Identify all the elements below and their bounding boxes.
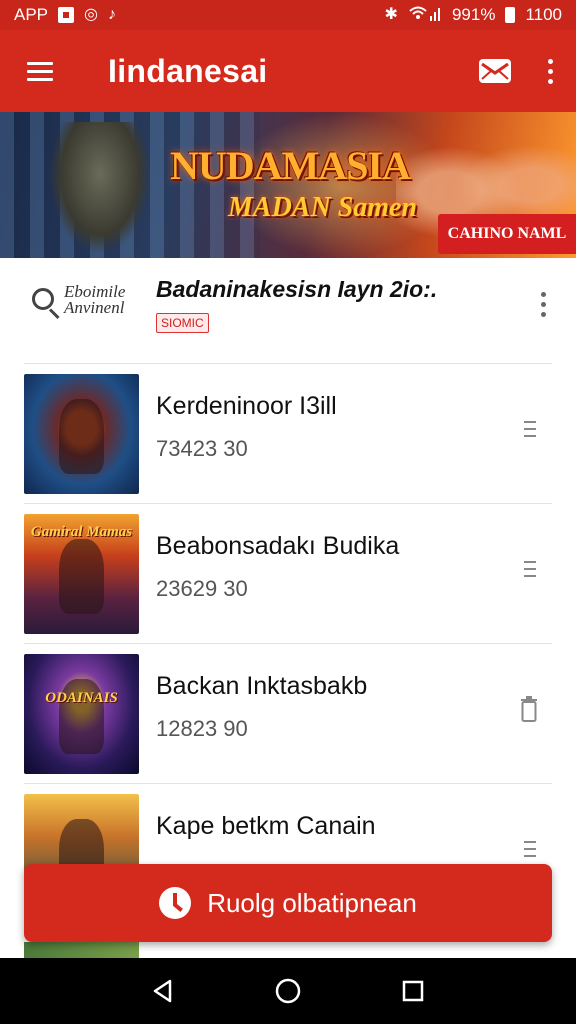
list-item-peek [24, 942, 139, 958]
game-thumbnail: Gamiral Mamas [24, 514, 139, 634]
list-item[interactable]: ODAINAIS Backan Inktasbakb 12823 90 [24, 644, 552, 784]
item-subtitle: 12823 90 [156, 716, 248, 741]
hamburger-menu-icon[interactable] [0, 30, 80, 112]
mail-icon [479, 59, 511, 83]
back-triangle-icon[interactable] [143, 971, 183, 1011]
more-vert-icon[interactable] [541, 292, 546, 317]
system-nav-bar [0, 958, 576, 1024]
status-bar: APP ◎ ♪ ✱ 991% 1100 [0, 0, 576, 30]
drag-lines-icon[interactable] [524, 556, 538, 582]
thumbnail-label: Gamiral Mamas [30, 524, 133, 540]
trash-icon[interactable] [520, 696, 538, 722]
wifi-signal-icon [408, 5, 442, 26]
notification-icon [58, 7, 75, 23]
item-title: Backan Inktasbakb [156, 672, 368, 700]
home-circle-icon[interactable] [268, 971, 308, 1011]
logo-text: Eboimile Anvinenl [64, 282, 126, 317]
recents-square-icon[interactable] [393, 971, 433, 1011]
app-title: Iindanesai [108, 52, 268, 89]
banner-title: NUDAMASIA [170, 143, 411, 188]
magnifier-icon [32, 288, 54, 310]
status-app-label: APP [14, 5, 49, 24]
item-title: Kerdeninoor I3ill [156, 392, 337, 420]
featured-title: Badaninakesisn Iayn 2io:. [156, 276, 438, 302]
battery-icon [505, 7, 516, 23]
game-thumbnail: ODAINAIS [24, 654, 139, 774]
item-title: Beabonsadakı Budika [156, 532, 400, 560]
list-item[interactable]: Kerdeninoor I3ill 73423 30 [24, 364, 552, 504]
status-badge: SIOMIC [156, 313, 209, 333]
banner-subtitle: MADAN Samen [228, 192, 418, 223]
primary-action-button[interactable]: Ruolg olbatipnean [24, 864, 552, 942]
app-screen: APP ◎ ♪ ✱ 991% 1100 Iindanesai NUDAMASIA… [0, 0, 576, 1024]
banner-cta-button[interactable]: CAHINO NAML [438, 214, 576, 254]
item-subtitle: 73423 30 [156, 436, 248, 461]
camera-icon: ◎ [84, 6, 98, 23]
item-title: Kape betkm Canain [156, 812, 376, 840]
clock-icon [159, 887, 192, 919]
search-logo: Eboimile Anvinenl [32, 282, 142, 332]
status-time: 1100 [525, 5, 562, 24]
item-subtitle: 23629 30 [156, 576, 248, 601]
battery-percent: 991% [451, 5, 496, 24]
drag-lines-icon[interactable] [524, 836, 538, 862]
primary-action-label: Ruolg olbatipnean [207, 887, 417, 918]
app-bar: Iindanesai [0, 30, 576, 112]
more-vert-icon[interactable] [524, 30, 576, 112]
music-icon: ♪ [108, 6, 116, 23]
game-thumbnail [24, 374, 139, 494]
thumbnail-label: ODAINAIS [45, 690, 118, 706]
featured-item[interactable]: Eboimile Anvinenl Badaninakesisn Iayn 2i… [24, 258, 552, 364]
bluetooth-icon: ✱ [384, 6, 398, 23]
banner-warrior-figure [50, 122, 150, 252]
mail-button[interactable] [466, 30, 524, 112]
drag-lines-icon[interactable] [524, 416, 538, 442]
list-item[interactable]: Gamiral Mamas Beabonsadakı Budika 23629 … [24, 504, 552, 644]
promo-banner[interactable]: NUDAMASIA MADAN Samen CAHINO NAML [0, 112, 576, 258]
